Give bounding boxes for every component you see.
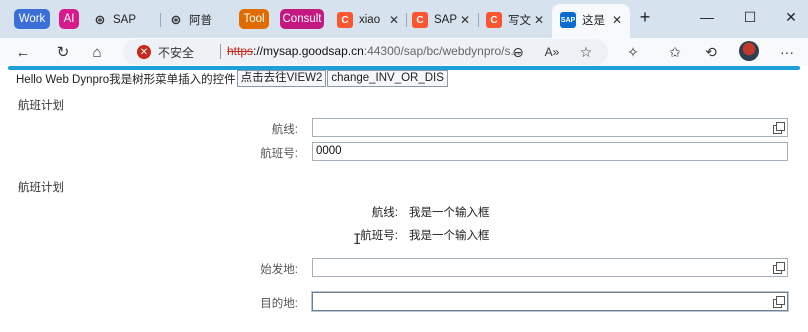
text-cursor-icon: I (353, 232, 362, 248)
hello-text: Hello Web Dynpro我是树形菜单插入的控件 (16, 73, 236, 86)
close-icon[interactable]: ✕ (534, 13, 548, 27)
tab-separator (406, 13, 407, 27)
origin-input[interactable] (312, 258, 788, 277)
value-help-icon[interactable] (772, 261, 785, 274)
favorites-icon: ✩ (669, 43, 681, 60)
favorites-bar-button[interactable]: ✩ (664, 41, 686, 63)
refresh-icon: ↻ (56, 44, 70, 61)
tab-separator (478, 13, 479, 27)
csdn-icon: C (337, 12, 353, 28)
tab-title: 这是 (582, 15, 605, 27)
change-inv-or-dis-button[interactable]: change_INV_OR_DIS (327, 70, 448, 87)
section-title-flight-plan: 航班计划 (18, 100, 64, 112)
section-title-flight-plan-2: 航班计划 (18, 182, 64, 194)
route-text-value: 我是一个输入框 (409, 207, 490, 219)
tab-sap-chat[interactable]: ⊛ SAP (92, 8, 156, 32)
flight-number-input[interactable]: 0000 (312, 142, 788, 161)
sap-icon: SAP (560, 12, 576, 28)
csdn-icon: C (486, 12, 502, 28)
history-button[interactable]: ⟲ (700, 41, 722, 63)
tab-csdn-sap[interactable]: C SAP ✕ (412, 8, 474, 32)
flight-number-label: 航班号: (260, 148, 298, 160)
url-scheme: https (227, 44, 254, 58)
route-label: 航线: (271, 124, 298, 136)
goto-view2-button[interactable]: 点击去往VIEW2 (236, 70, 327, 87)
tab-csdn-xiao[interactable]: C xiao ✕ (337, 8, 403, 32)
close-icon[interactable]: ✕ (612, 13, 626, 27)
value-help-icon[interactable] (772, 121, 785, 134)
tab-title: 写文 (508, 15, 531, 27)
read-aloud-button[interactable]: A» (541, 41, 563, 63)
tab-group-work[interactable]: Work (14, 9, 50, 29)
maximize-button[interactable]: ☐ (735, 6, 765, 28)
new-tab-button[interactable]: + (630, 6, 660, 28)
more-icon: ··· (780, 44, 794, 60)
tab-group-label: Tool (243, 13, 265, 25)
tab-group-label: Consult (282, 13, 322, 25)
tab-apu-chat[interactable]: ⊛ 阿普 (168, 8, 228, 32)
security-indicator[interactable]: 不安全 (158, 44, 194, 61)
csdn-icon: C (412, 12, 428, 28)
address-bar[interactable]: ✕ 不安全 https://mysap.goodsap.cn:44300/sap… (123, 39, 608, 65)
hello-row: Hello Web Dynpro我是树形菜单插入的控件 点击去往VIEW2 ch… (16, 70, 448, 87)
close-icon[interactable]: ✕ (460, 13, 474, 27)
close-window-button[interactable]: ✕ (776, 6, 806, 28)
warning-icon: ✕ (137, 45, 151, 59)
read-aloud-icon: A» (544, 45, 560, 59)
close-icon: ✕ (785, 8, 797, 25)
destination-label: 目的地: (260, 298, 298, 310)
tab-group-tool[interactable]: Tool (239, 9, 269, 29)
chatgpt-icon: ⊛ (170, 12, 182, 27)
tab-title: SAP (434, 14, 458, 26)
route-label-2: 航线: (371, 207, 398, 219)
minimize-button[interactable]: — (692, 6, 722, 28)
puzzle-icon: ✧ (627, 43, 639, 60)
tab-title: 阿普 (189, 15, 212, 27)
back-button[interactable]: ← (12, 41, 34, 63)
zoom-button[interactable]: ⊖ (507, 41, 529, 63)
flight-number-value: 0000 (316, 145, 342, 157)
flight-number-text-value: 我是一个输入框 (409, 230, 490, 242)
plus-icon: + (639, 6, 651, 27)
url-host: ://mysap.goodsap.cn (253, 44, 364, 58)
close-icon[interactable]: ✕ (389, 13, 403, 27)
refresh-button[interactable]: ↻ (52, 41, 74, 63)
avatar[interactable] (739, 41, 759, 61)
tab-strip: Work AI ⊛ SAP ⊛ 阿普 Tool Consult C xiao ✕… (0, 0, 808, 38)
tab-separator (160, 13, 161, 27)
tab-group-consult[interactable]: Consult (280, 9, 324, 29)
home-button[interactable]: ⌂ (86, 41, 108, 63)
favorite-button[interactable]: ☆ (575, 41, 597, 63)
minimize-icon: — (700, 9, 714, 25)
tab-group-ai[interactable]: AI (59, 9, 79, 29)
url-text[interactable]: https://mysap.goodsap.cn:44300/sap/bc/we… (227, 44, 521, 58)
url-path: :44300/sap/bc/webdynpro/s... (363, 44, 521, 58)
origin-label: 始发地: (260, 264, 298, 276)
page-content: Hello Web Dynpro我是树形菜单插入的控件 点击去往VIEW2 ch… (0, 66, 808, 332)
arrow-left-icon: ← (15, 43, 31, 61)
zoom-out-icon: ⊖ (512, 43, 524, 60)
route-input[interactable] (312, 118, 788, 137)
tab-active-sap[interactable]: SAP 这是 ✕ (560, 8, 626, 32)
history-icon: ⟲ (705, 43, 717, 60)
tab-title: SAP (113, 14, 137, 26)
tab-title: xiao (359, 14, 381, 26)
value-help-icon[interactable] (772, 295, 785, 308)
home-icon: ⌂ (92, 43, 102, 61)
url-divider (220, 44, 221, 59)
maximize-icon: ☐ (743, 8, 757, 25)
chatgpt-icon: ⊛ (94, 12, 106, 27)
star-icon: ☆ (579, 43, 593, 60)
tab-group-label: Work (18, 13, 46, 25)
destination-input[interactable] (311, 291, 789, 312)
tab-csdn-write[interactable]: C 写文 ✕ (486, 8, 548, 32)
more-menu-button[interactable]: ··· (776, 41, 798, 63)
extensions-button[interactable]: ✧ (622, 41, 644, 63)
browser-toolbar: ← ↻ ⌂ ✕ 不安全 https://mysap.goodsap.cn:443… (0, 38, 808, 66)
flight-number-label-2: 航班号: (360, 230, 398, 242)
tab-group-label: AI (63, 13, 75, 25)
